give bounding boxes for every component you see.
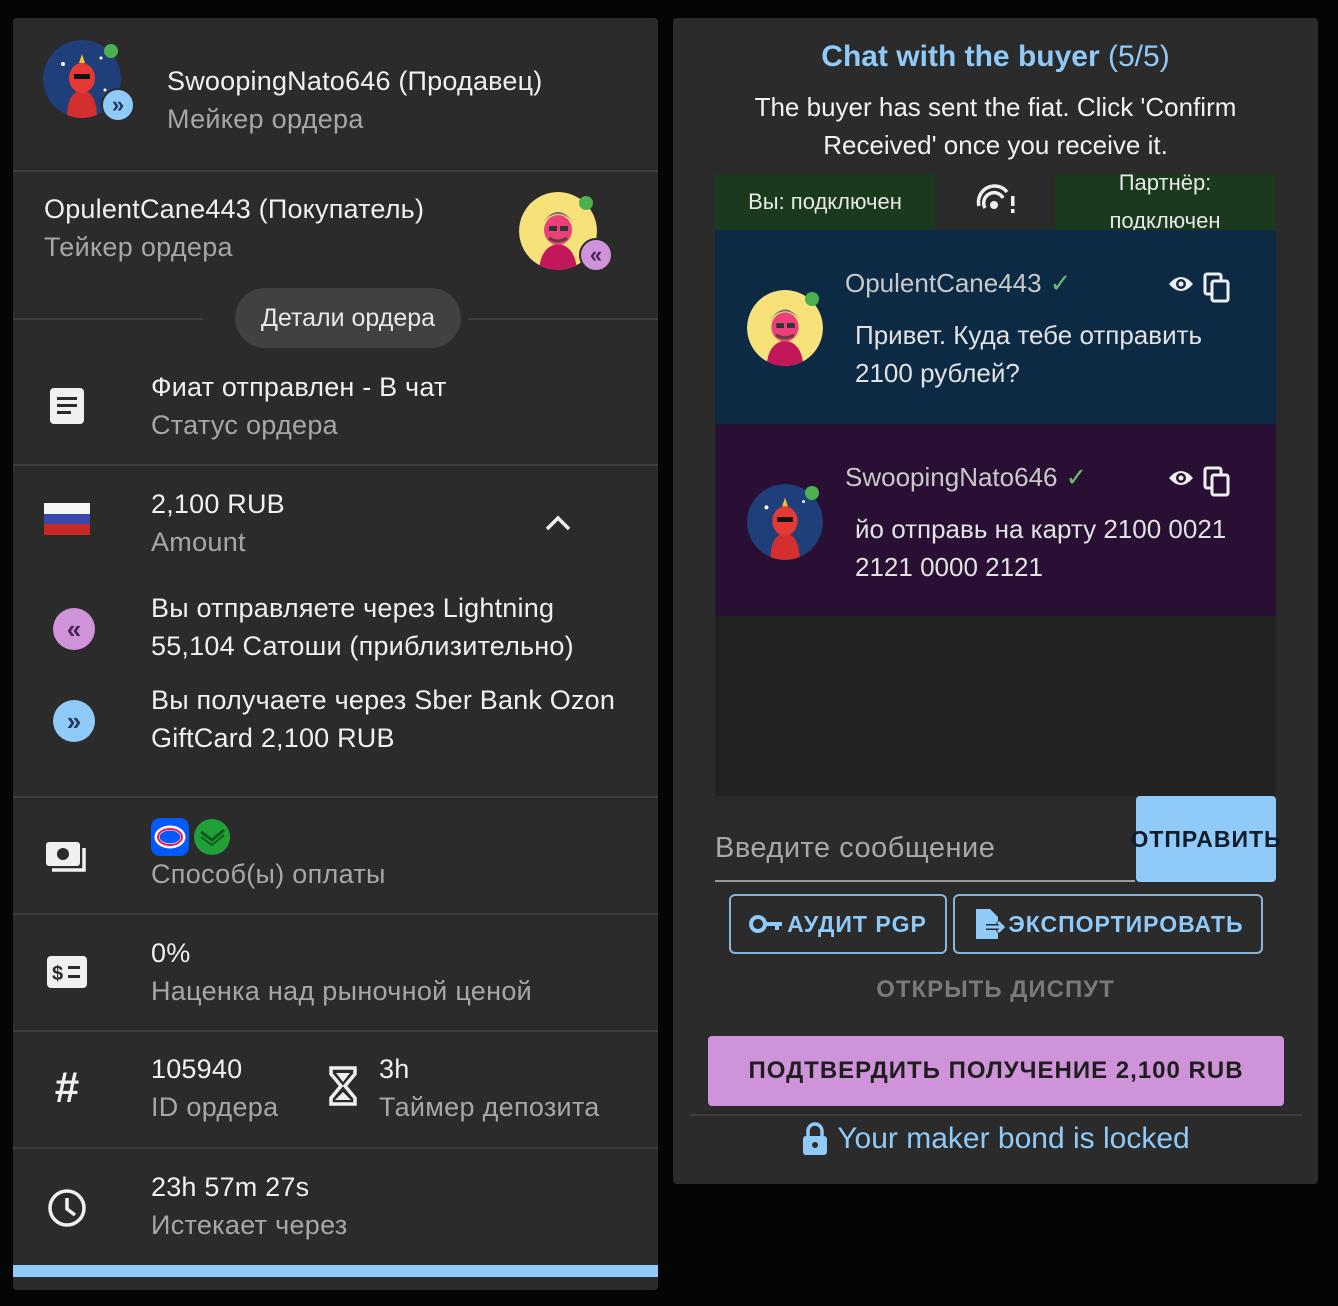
amount-value: 2,100 RUB (151, 489, 285, 519)
chat-panel: Chat with the buyer (5/5) The buyer has … (673, 18, 1318, 1184)
check-icon: ✓ (1049, 268, 1072, 298)
confirm-received-button[interactable]: ПОДТВЕРДИТЬ ПОЛУЧЕНИЕ 2,100 RUB (708, 1036, 1284, 1106)
audit-pgp-button[interactable]: АУДИТ PGP (729, 894, 947, 954)
message-text: Привет. Куда тебе отправить 2100 рублей? (855, 320, 1203, 388)
divider (13, 913, 658, 915)
receive-fiat-icon: » (53, 700, 95, 742)
chat-title: Chat with the buyer (5/5) (673, 40, 1318, 74)
divider (13, 464, 658, 466)
divider (13, 318, 203, 320)
chat-instruction: The buyer has sent the fiat. Click 'Conf… (754, 92, 1237, 160)
ozon-logo (151, 818, 189, 856)
chevron-up-icon[interactable] (541, 508, 575, 538)
message-author: OpulentCane443 ✓ (845, 268, 1071, 299)
bond-status: Your maker bond is locked (673, 1122, 1318, 1156)
divider (13, 796, 658, 798)
export-button[interactable]: ЭКСПОРТИРОВАТЬ (953, 894, 1263, 954)
send-line2: 55,104 Сатоши (приблизительно) (151, 631, 574, 661)
price-change-icon: $ (45, 954, 89, 990)
receive-line2: GiftCard 2,100 RUB (151, 723, 395, 753)
premium-label: Наценка над рыночной ценой (151, 976, 533, 1006)
export-file-icon (972, 907, 1007, 941)
order-details-chip[interactable]: Детали ордера (235, 288, 461, 348)
divider (13, 1030, 658, 1032)
buyer-online-dot (805, 292, 819, 306)
send-line1: Вы отправляете через Lightning (151, 593, 555, 623)
send-button[interactable]: ОТПРАВИТЬ (1130, 796, 1281, 882)
eye-icon[interactable] (1167, 468, 1195, 493)
russia-flag-icon (44, 503, 90, 535)
expires-label: Истекает через (151, 1210, 348, 1240)
payment-label: Способ(ы) оплаты (151, 859, 386, 889)
maker-direction-icon: » (101, 88, 135, 122)
message-text: йо отправь на карту 2100 0021 2121 0000 … (855, 514, 1227, 582)
message-author: SwoopingNato646 ✓ (845, 462, 1087, 493)
check-icon: ✓ (1065, 462, 1088, 492)
timer-value: 3h (379, 1054, 410, 1084)
payments-icon (43, 836, 91, 876)
partner-connected-status: Партнёр: подключен (1055, 170, 1275, 233)
divider (13, 1147, 658, 1149)
document-icon (47, 386, 87, 426)
premium-value: 0% (151, 938, 191, 968)
chat-message: SwoopingNato646 ✓ йо отправь на карту 210… (715, 424, 1276, 618)
open-dispute-button[interactable]: ОТКРЫТЬ ДИСПУТ (673, 976, 1318, 1004)
copy-icon[interactable] (1203, 466, 1231, 503)
order-details-panel: » SwoopingNato646 (Продавец) Мейкер орде… (13, 18, 658, 1290)
copy-icon[interactable] (1203, 272, 1231, 309)
seller-online-dot (805, 486, 819, 500)
expiry-progress-bar (13, 1265, 658, 1277)
maker-row: » SwoopingNato646 (Продавец) Мейкер орде… (13, 18, 658, 170)
eye-icon[interactable] (1167, 274, 1195, 299)
key-icon (749, 914, 783, 934)
audit-label: АУДИТ PGP (787, 910, 927, 937)
buyer-name: OpulentCane443 (845, 268, 1042, 298)
bond-text: Your maker bond is locked (837, 1122, 1190, 1155)
order-id-label: ID ордера (151, 1092, 279, 1122)
taker-direction-icon: « (579, 238, 613, 272)
hash-icon: # (54, 1063, 80, 1112)
chat-scroll-area[interactable] (715, 616, 1276, 796)
maker-name: SwoopingNato646 (Продавец) (167, 66, 543, 96)
chat-message-count: (5/5) (1108, 40, 1170, 73)
divider (689, 1114, 1302, 1116)
chat-title-text: Chat with the buyer (821, 40, 1100, 73)
lock-icon (801, 1122, 829, 1156)
hourglass-icon (327, 1064, 359, 1108)
svg-text:$: $ (52, 963, 63, 985)
receive-line1: Вы получаете через Sber Bank Ozon (151, 685, 616, 715)
maker-online-dot (104, 44, 118, 58)
export-label: ЭКСПОРТИРОВАТЬ (1008, 910, 1244, 937)
order-id-value: 105940 (151, 1054, 243, 1084)
expires-value: 23h 57m 27s (151, 1172, 310, 1202)
taker-name: OpulentCane443 (Покупатель) (44, 194, 425, 224)
maker-role: Мейкер ордера (167, 104, 364, 134)
amount-label: Amount (151, 527, 246, 557)
send-lightning-icon: « (53, 608, 95, 650)
message-input[interactable]: Введите сообщение (715, 818, 1135, 882)
taker-role: Тейкер ордера (44, 232, 233, 262)
chat-message: OpulentCane443 ✓ Привет. Куда тебе отправ… (715, 230, 1276, 424)
connection-signal-icon (973, 178, 1017, 218)
you-connected-status: Вы: подключен (715, 174, 935, 230)
sber-logo (193, 818, 231, 856)
clock-icon (45, 1186, 89, 1230)
timer-label: Таймер депозита (379, 1092, 600, 1122)
status-value: Фиат отправлен - В чат (151, 372, 447, 402)
status-label: Статус ордера (151, 410, 338, 440)
seller-name: SwoopingNato646 (845, 462, 1058, 492)
divider (468, 318, 658, 320)
taker-online-dot (579, 196, 593, 210)
